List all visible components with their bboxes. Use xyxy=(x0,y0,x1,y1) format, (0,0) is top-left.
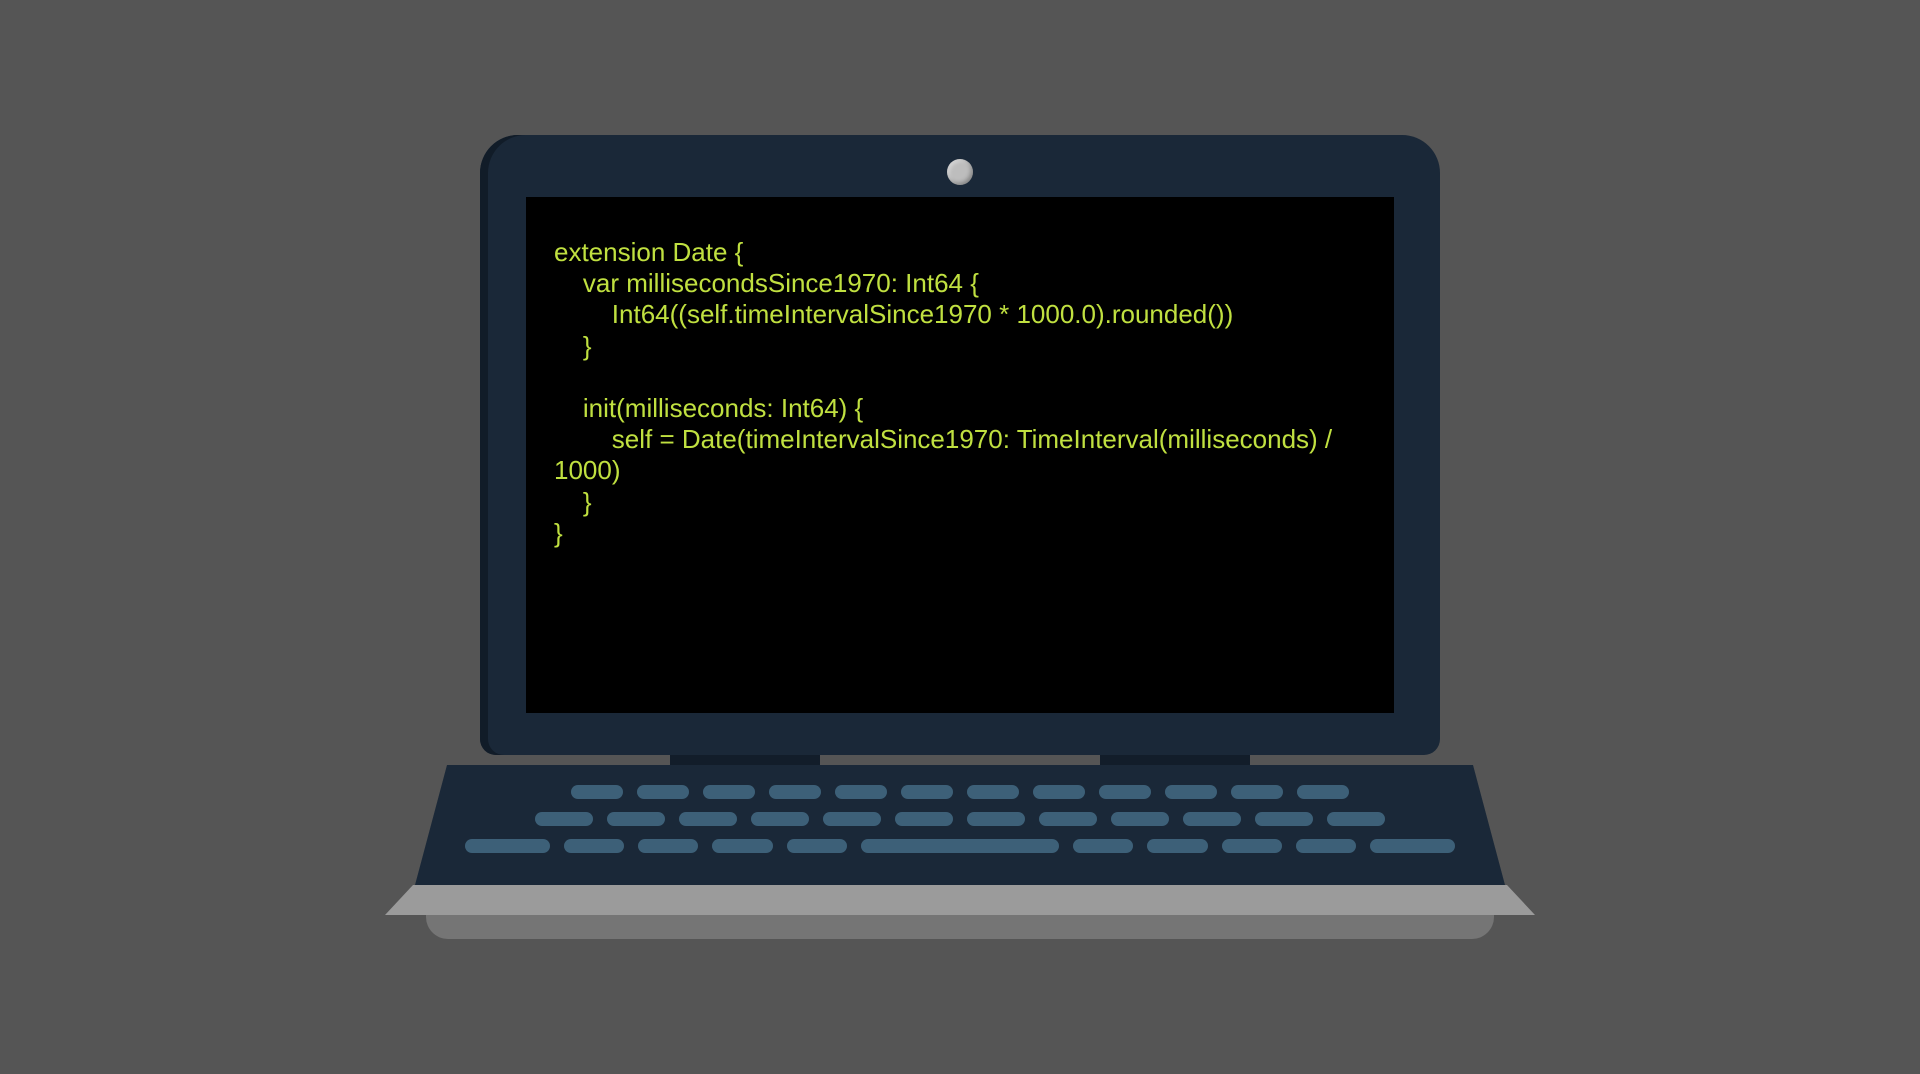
key xyxy=(1073,839,1133,853)
key xyxy=(1231,785,1283,799)
code-line: self = Date(timeIntervalSince1970: TimeI… xyxy=(554,424,1339,485)
key xyxy=(1099,785,1151,799)
laptop-base-top xyxy=(385,885,1535,915)
key xyxy=(835,785,887,799)
spacebar-key xyxy=(861,839,1059,853)
key xyxy=(1255,812,1313,826)
code-line: } xyxy=(554,331,592,361)
key xyxy=(787,839,847,853)
key xyxy=(1147,839,1207,853)
key xyxy=(607,812,665,826)
keyboard-row xyxy=(465,785,1455,799)
code-line: extension Date { xyxy=(554,237,743,267)
key xyxy=(465,839,550,853)
laptop-illustration: extension Date { var millisecondsSince19… xyxy=(385,135,1535,939)
laptop-screen: extension Date { var millisecondsSince19… xyxy=(526,197,1394,713)
key xyxy=(1111,812,1169,826)
key xyxy=(751,812,809,826)
key xyxy=(895,812,953,826)
key xyxy=(703,785,755,799)
key xyxy=(571,785,623,799)
key xyxy=(679,812,737,826)
keyboard-row xyxy=(465,812,1455,826)
key xyxy=(1033,785,1085,799)
code-line: var millisecondsSince1970: Int64 { xyxy=(554,268,979,298)
key xyxy=(712,839,772,853)
key xyxy=(823,812,881,826)
key xyxy=(901,785,953,799)
key xyxy=(1165,785,1217,799)
code-line: } xyxy=(554,487,592,517)
code-line: } xyxy=(554,518,563,548)
laptop-screen-bezel: extension Date { var millisecondsSince19… xyxy=(480,135,1440,755)
key xyxy=(769,785,821,799)
key xyxy=(1327,812,1385,826)
code-line: init(milliseconds: Int64) { xyxy=(554,393,863,423)
key xyxy=(967,812,1025,826)
key xyxy=(637,785,689,799)
key xyxy=(535,812,593,826)
key xyxy=(1296,839,1356,853)
key xyxy=(967,785,1019,799)
key xyxy=(1222,839,1282,853)
code-snippet: extension Date { var millisecondsSince19… xyxy=(554,237,1366,549)
key xyxy=(1370,839,1455,853)
webcam-icon xyxy=(947,159,973,185)
keyboard-row xyxy=(465,839,1455,853)
key xyxy=(1183,812,1241,826)
key xyxy=(564,839,624,853)
code-line: Int64((self.timeIntervalSince1970 * 1000… xyxy=(554,299,1233,329)
key xyxy=(1297,785,1349,799)
laptop-base-bottom xyxy=(426,915,1494,939)
key xyxy=(638,839,698,853)
key xyxy=(1039,812,1097,826)
laptop-keyboard xyxy=(415,765,1505,885)
